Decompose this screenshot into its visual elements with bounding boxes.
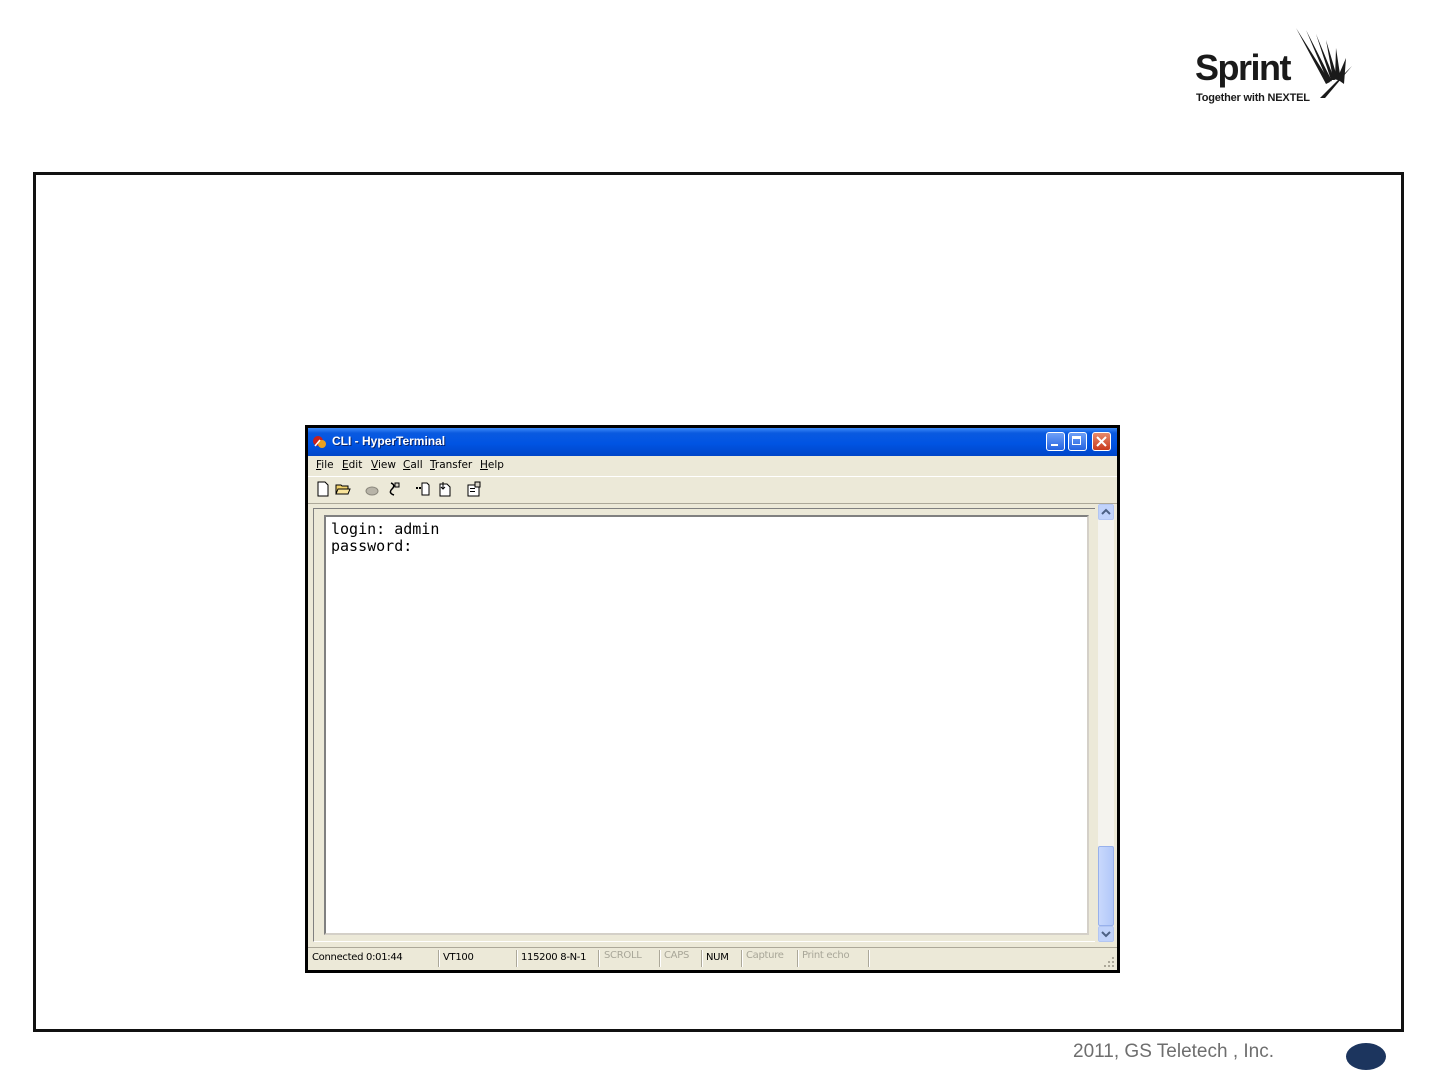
send-icon[interactable] (415, 481, 431, 497)
title-bar[interactable]: CLI - HyperTerminal (308, 428, 1117, 456)
status-settings: 115200 8-N-1 (521, 952, 587, 963)
status-caps: CAPS (664, 950, 690, 961)
status-capture: Capture (746, 950, 784, 961)
dial-icon[interactable] (364, 481, 380, 497)
status-divider (797, 950, 799, 967)
window-title: CLI - HyperTerminal (332, 434, 446, 448)
new-icon[interactable] (315, 481, 331, 497)
status-divider (438, 950, 440, 967)
terminal-line: login: admin (331, 520, 440, 538)
status-bar: Connected 0:01:44 VT100 115200 8-N-1 SCR… (308, 947, 1117, 970)
vertical-scrollbar[interactable] (1098, 504, 1114, 942)
menu-transfer[interactable]: Transfer (430, 459, 472, 471)
copyright-footer: 2011, GS Teletech , Inc. (1073, 1041, 1275, 1062)
sprint-wing-icon (1296, 28, 1352, 98)
status-divider (868, 950, 870, 967)
menu-edit[interactable]: Edit (342, 459, 362, 471)
status-divider (598, 950, 600, 967)
logo-wordmark: Sprint (1195, 47, 1292, 88)
toolbar (308, 476, 1117, 504)
chevron-up-icon (1101, 508, 1111, 515)
close-icon (1096, 436, 1107, 447)
properties-icon[interactable] (466, 481, 482, 497)
status-divider (659, 950, 661, 967)
menu-view[interactable]: View (371, 459, 396, 471)
terminal-client-area: login: admin password: (313, 508, 1095, 942)
chevron-down-icon (1101, 931, 1111, 938)
menu-call[interactable]: Call (403, 459, 423, 471)
sprint-logo: Sprint Together with NEXTEL (1190, 26, 1360, 108)
menu-bar: File Edit View Call Transfer Help (308, 456, 1117, 476)
resize-grip-icon[interactable] (1103, 956, 1115, 968)
terminal-line: password: (331, 537, 413, 555)
status-emulation: VT100 (443, 952, 474, 963)
status-divider (701, 950, 703, 967)
menu-help[interactable]: Help (480, 459, 504, 471)
status-connected: Connected 0:01:44 (312, 952, 403, 963)
maximize-icon (1072, 436, 1081, 445)
close-button[interactable] (1092, 432, 1111, 451)
hyperterminal-app-icon[interactable] (312, 434, 328, 450)
scroll-down-button[interactable] (1098, 926, 1114, 942)
receive-icon[interactable] (437, 481, 453, 497)
disconnect-icon[interactable] (386, 481, 402, 497)
status-print-echo: Print echo (802, 950, 850, 961)
minimize-icon (1051, 444, 1058, 446)
scroll-thumb[interactable] (1098, 846, 1114, 926)
scroll-up-button[interactable] (1098, 504, 1114, 520)
terminal-screen[interactable]: login: admin password: (324, 515, 1089, 935)
logo-tagline: Together with NEXTEL (1196, 92, 1310, 104)
open-icon[interactable] (335, 481, 351, 497)
menu-file[interactable]: File (316, 459, 334, 471)
status-scroll: SCROLL (604, 950, 642, 961)
status-divider (516, 950, 518, 967)
maximize-button[interactable] (1068, 432, 1087, 451)
minimize-button[interactable] (1046, 432, 1065, 451)
page-number-badge (1346, 1043, 1386, 1070)
status-divider (741, 950, 743, 967)
status-num: NUM (706, 952, 729, 963)
hyperterminal-window: CLI - HyperTerminal File Edit View Call … (305, 425, 1120, 973)
